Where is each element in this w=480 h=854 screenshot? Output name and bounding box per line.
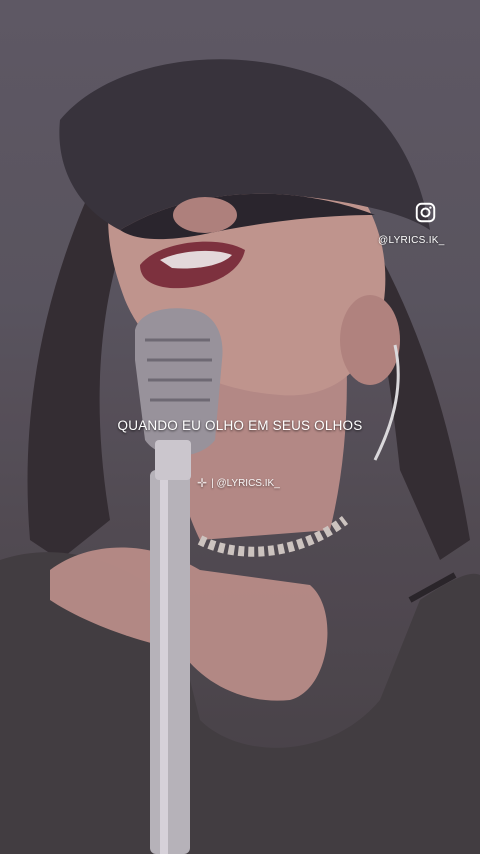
watermark-text: | @LYRICS.IK_: [211, 477, 280, 489]
instagram-icon: [415, 202, 436, 223]
lyric-caption: QUANDO EU OLHO EM SEUS OLHOS: [117, 418, 363, 433]
instagram-handle: @LYRICS.IK_: [378, 235, 445, 246]
watermark: ✛ | @LYRICS.IK_: [197, 476, 280, 490]
sparkle-icon: ✛: [197, 476, 208, 490]
video-frame: @LYRICS.IK_ QUANDO EU OLHO EM SEUS OLHOS…: [0, 0, 480, 854]
